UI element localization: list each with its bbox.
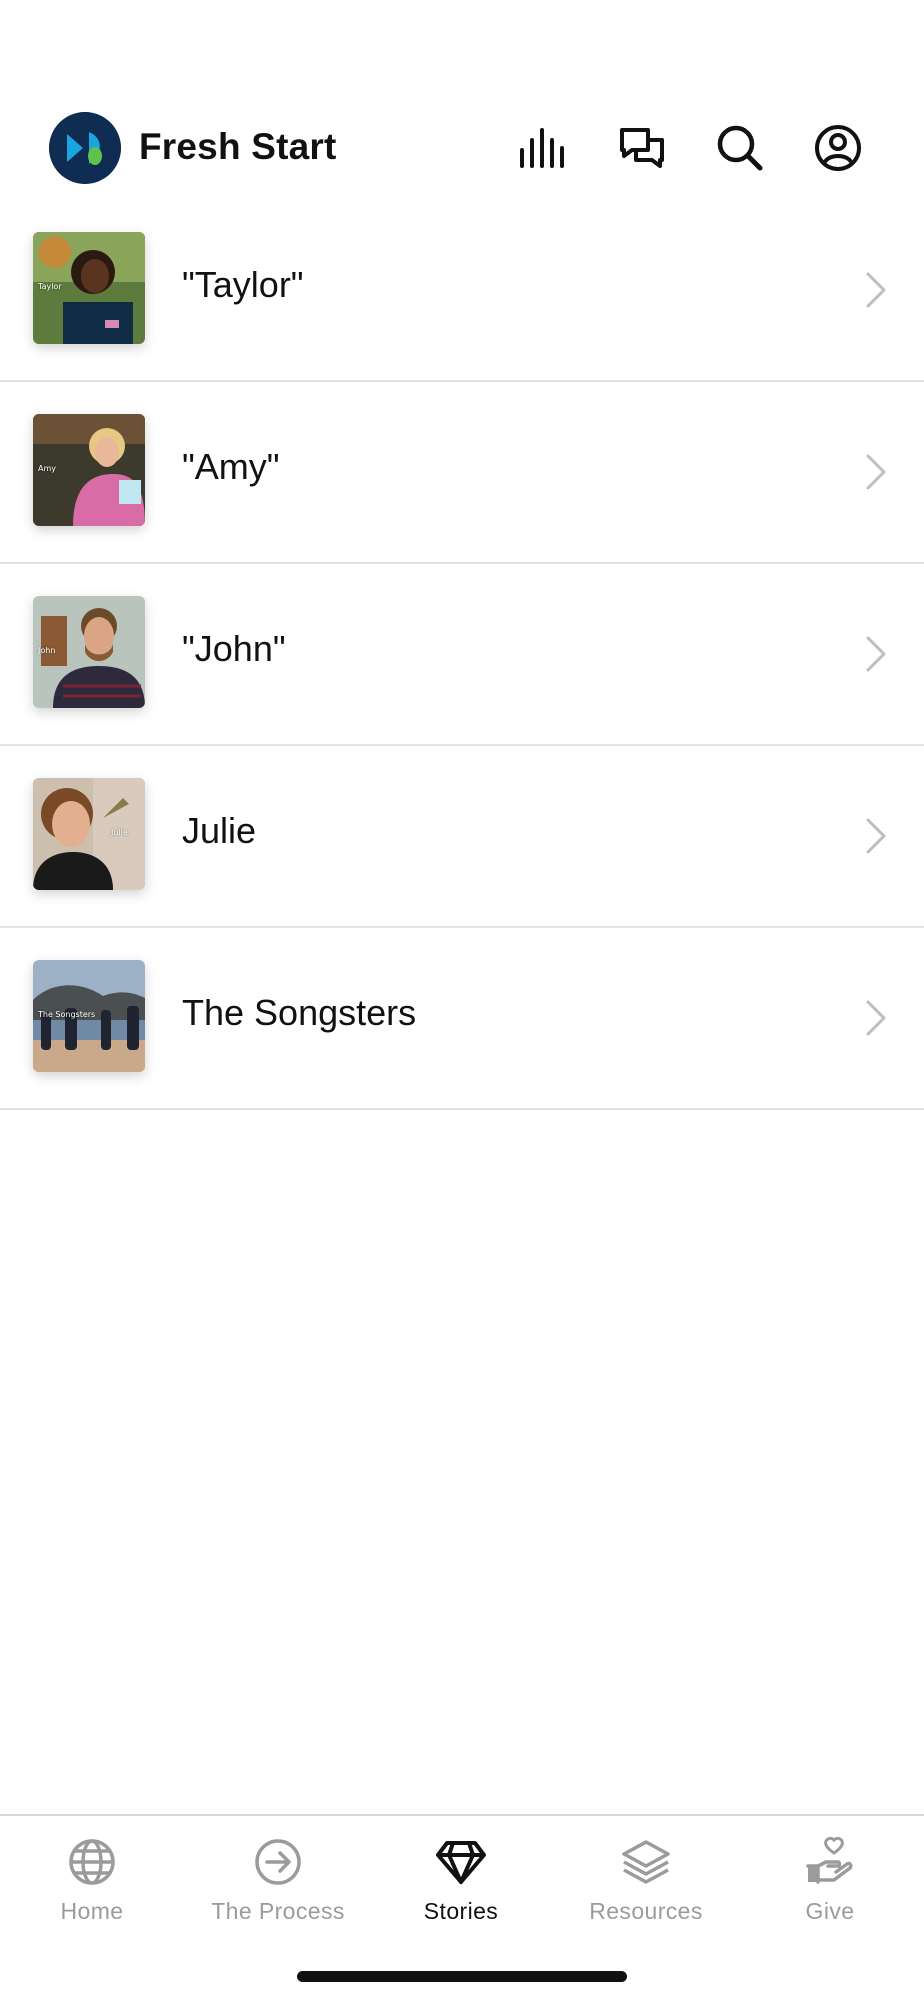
- account-icon[interactable]: [810, 122, 866, 174]
- tab-resources[interactable]: Resources: [554, 1834, 738, 1944]
- app-screen: Fresh Start Taylor "Taylor" Amy "Amy" Jo…: [0, 0, 924, 2000]
- stories-list: Taylor "Taylor" Amy "Amy" John "John" Ju…: [0, 200, 924, 1110]
- app-header: Fresh Start: [0, 100, 924, 200]
- heart-hand-icon: [738, 1834, 922, 1890]
- search-icon[interactable]: [712, 122, 768, 174]
- chevron-right-icon: [866, 636, 886, 672]
- brand-logo: [49, 112, 121, 184]
- thumbnail-image: Amy: [33, 414, 145, 526]
- story-title: Julie: [182, 810, 257, 851]
- chevron-right-icon: [866, 1000, 886, 1036]
- chevron-right-icon: [866, 818, 886, 854]
- thumbnail-caption: Taylor: [38, 282, 62, 291]
- thumbnail-image: Julie: [33, 778, 145, 890]
- chevron-right-icon: [866, 454, 886, 490]
- globe-icon: [0, 1834, 184, 1890]
- tab-home[interactable]: Home: [0, 1834, 184, 1944]
- list-item-amy[interactable]: Amy "Amy": [0, 382, 924, 564]
- story-title: The Songsters: [182, 992, 417, 1033]
- app-title: Fresh Start: [139, 126, 337, 167]
- tab-give[interactable]: Give: [738, 1834, 922, 1944]
- thumbnail-caption: Julie: [111, 828, 128, 837]
- bar-chart-icon[interactable]: [516, 122, 572, 174]
- tab-label: Stories: [423, 1898, 499, 1924]
- thumbnail-image: John: [33, 596, 145, 708]
- list-item-john[interactable]: John "John": [0, 564, 924, 746]
- home-indicator[interactable]: [297, 1971, 627, 1982]
- tab-label: Resources: [589, 1898, 703, 1924]
- chevron-right-icon: [866, 272, 886, 308]
- thumbnail-caption: The Songsters: [38, 1010, 96, 1019]
- chat-bubbles-icon[interactable]: [614, 122, 670, 174]
- thumbnail-image: The Songsters: [33, 960, 145, 1072]
- list-item-the-songsters[interactable]: The Songsters The Songsters: [0, 928, 924, 1110]
- story-title: "Taylor": [182, 264, 304, 305]
- thumbnail-image: Taylor: [33, 232, 145, 344]
- list-item-julie[interactable]: Julie Julie: [0, 746, 924, 928]
- tab-label: Home: [60, 1898, 124, 1924]
- layers-icon: [554, 1834, 738, 1890]
- tab-label: The Process: [211, 1898, 345, 1924]
- tab-the-process[interactable]: The Process: [186, 1834, 370, 1944]
- thumbnail-caption: John: [38, 646, 56, 655]
- story-title: "John": [182, 628, 286, 669]
- thumbnail-caption: Amy: [38, 464, 56, 473]
- list-item-taylor[interactable]: Taylor "Taylor": [0, 200, 924, 382]
- story-title: "Amy": [182, 446, 280, 487]
- diamond-icon: [369, 1834, 553, 1890]
- arrow-circle-icon: [186, 1834, 370, 1890]
- tab-stories[interactable]: Stories: [369, 1834, 553, 1944]
- tab-label: Give: [805, 1898, 855, 1924]
